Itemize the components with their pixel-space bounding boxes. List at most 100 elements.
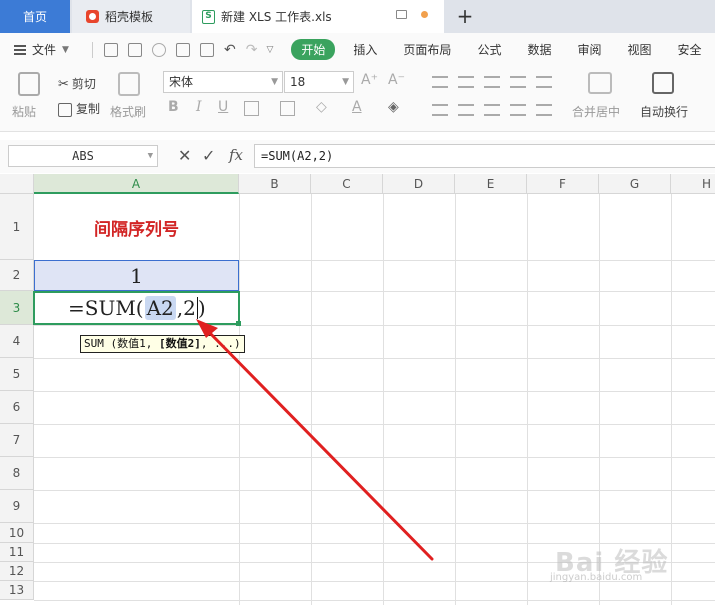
open-folder-icon[interactable] [104,42,118,57]
row-header-8[interactable]: 8 [0,457,34,490]
row-header-6[interactable]: 6 [0,391,34,424]
align-left-icon[interactable] [432,104,448,116]
merge-center-icon[interactable] [588,72,612,94]
column-header-g[interactable]: G [599,174,671,194]
italic-button[interactable]: I [196,99,202,115]
gridline [34,490,715,491]
menu-view[interactable]: 视图 [627,41,651,58]
row-header-5[interactable]: 5 [0,358,34,391]
spreadsheet-grid[interactable]: A B C D E F G H 1 2 3 4 5 6 7 8 9 10 11 … [0,174,715,605]
file-menu[interactable]: 文件 ▼ [0,41,86,58]
justify-icon[interactable] [510,104,526,116]
align-center-icon[interactable] [458,104,474,116]
row-header-13[interactable]: 13 [0,581,34,600]
gridline [34,457,715,458]
menu-formulas[interactable]: 公式 [477,41,501,58]
row-header-4[interactable]: 4 [0,325,34,358]
merge-center-button[interactable]: 合并居中 [572,103,620,120]
insert-function-icon[interactable]: fx [229,146,243,164]
gridline [34,391,715,392]
tab-template[interactable]: 稻壳模板 [72,0,190,33]
row-header-1[interactable]: 1 [0,194,34,260]
undo-icon[interactable]: ↶ [224,42,236,58]
corner-select-all[interactable] [0,174,34,194]
row-header-7[interactable]: 7 [0,424,34,457]
paste-button[interactable]: 粘贴 [12,103,36,120]
align-top-icon[interactable] [432,76,448,88]
baidu-watermark-url: jingyan.baidu.com [550,572,643,583]
column-header-a[interactable]: A [34,174,239,194]
tab-home[interactable]: 首页 [0,0,70,33]
wrap-text-icon[interactable] [652,72,674,94]
align-right-icon[interactable] [484,104,500,116]
cell-a1[interactable]: 间隔序列号 [34,194,239,260]
monitor-icon[interactable] [396,10,407,19]
eraser-icon[interactable]: ◈ [388,99,399,115]
row-header-9[interactable]: 9 [0,490,34,523]
font-size-value: 18 [290,75,306,89]
fill-handle[interactable] [236,321,241,326]
format-painter-button[interactable]: 格式刷 [110,103,146,120]
border-icon[interactable] [244,101,259,116]
format-icon[interactable] [152,42,166,57]
menu-security[interactable]: 安全 [678,41,702,58]
save-icon[interactable] [128,42,142,57]
menu-page-layout[interactable]: 页面布局 [403,41,451,58]
docer-logo-icon [86,10,99,23]
ribbon: 粘贴 ✂ 剪切 复制 格式刷 宋体 ▼ 18 ▼ A⁺ A⁻ B I U ◇ A … [0,66,715,132]
wrap-text-button[interactable]: 自动换行 [640,103,688,120]
menu-start[interactable]: 开始 [291,39,336,60]
menu-data[interactable]: 数据 [527,41,551,58]
font-size-select[interactable]: 18 ▼ [284,71,354,93]
underline-button[interactable]: U [218,99,228,115]
align-middle-icon[interactable] [458,76,474,88]
format-painter-icon[interactable] [118,72,140,96]
row-header-3[interactable]: 3 [0,291,34,325]
copy-button[interactable]: 复制 [58,100,100,117]
row-header-10[interactable]: 10 [0,523,34,543]
row-header-11[interactable]: 11 [0,543,34,562]
column-header-d[interactable]: D [383,174,455,194]
distribute-icon[interactable] [536,104,552,116]
paste-icon[interactable] [18,72,40,96]
cell-style-icon[interactable] [280,101,295,116]
redo-icon[interactable]: ↷ [246,42,258,58]
column-header-c[interactable]: C [311,174,383,194]
column-header-e[interactable]: E [455,174,527,194]
fill-color-icon[interactable]: ◇ [316,99,327,115]
chevron-down-icon: ▼ [271,77,278,87]
align-bottom-icon[interactable] [484,76,500,88]
copy-icon [58,102,72,117]
tab-file-label: 新建 XLS 工作表.xls [221,10,332,24]
font-name-select[interactable]: 宋体 ▼ [163,71,283,93]
scissors-icon: ✂ [58,77,69,92]
font-shrink-button[interactable]: A⁻ [388,72,405,88]
font-color-icon[interactable]: A [352,99,362,115]
cell-a2[interactable]: 1 [34,260,239,291]
row-header-12[interactable]: 12 [0,562,34,581]
confirm-icon[interactable]: ✓ [202,146,215,165]
formula-input[interactable]: =SUM(A2,2) [254,144,715,168]
customize-icon[interactable]: ▽ [266,45,273,55]
chevron-down-icon: ▼ [62,44,69,55]
bold-button[interactable]: B [168,99,179,115]
print-icon[interactable] [176,42,190,57]
row-header-2[interactable]: 2 [0,260,34,291]
cut-button[interactable]: ✂ 剪切 [58,75,96,92]
name-box-value: ABS [72,149,94,163]
column-header-b[interactable]: B [239,174,311,194]
print-preview-icon[interactable] [200,42,214,57]
name-box[interactable]: ABS ▼ [8,145,158,167]
column-header-h[interactable]: H [671,174,715,194]
formula-bar: ABS ▼ ✕ ✓ fx =SUM(A2,2) [0,140,715,173]
cancel-icon[interactable]: ✕ [178,146,191,165]
indent-icon[interactable] [536,76,552,88]
orientation-icon[interactable] [510,76,526,88]
menu-insert[interactable]: 插入 [353,41,377,58]
column-header-f[interactable]: F [527,174,599,194]
menu-review[interactable]: 审阅 [577,41,601,58]
tooltip-current-arg: [数值2] [158,337,201,350]
font-grow-button[interactable]: A⁺ [361,72,378,88]
cell-a3-editing[interactable]: =SUM(A2,2) [33,291,240,325]
new-tab-button[interactable]: + [455,4,475,28]
